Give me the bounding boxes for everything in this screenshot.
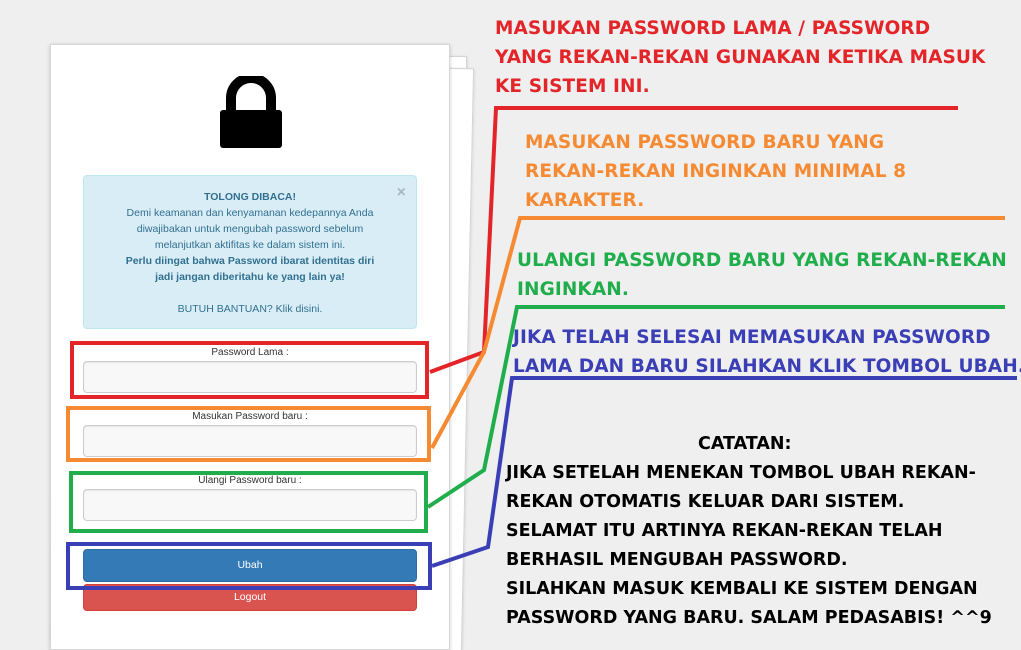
orange-annotation-line: MASUKAN PASSWORD BARU YANG: [525, 132, 885, 153]
orange-annotation: MASUKAN PASSWORD BARU YANG REKAN-REKAN I…: [525, 128, 906, 215]
note-line: SILAHKAN MASUK KEMBALI KE SISTEM DENGAN: [506, 579, 978, 599]
note-block: CATATAN: JIKA SETELAH MENEKAN TOMBOL UBA…: [506, 430, 992, 633]
blue-annotation: JIKA TELAH SELESAI MEMASUKAN PASSWORD LA…: [513, 323, 1021, 381]
note-line: JIKA SETELAH MENEKAN TOMBOL UBAH REKAN-: [506, 463, 976, 483]
blue-annotation-line: LAMA DAN BARU SILAHKAN KLIK TOMBOL UBAH.: [513, 356, 1021, 377]
red-annotation-line: KE SISTEM INI.: [495, 76, 650, 97]
red-annotation-line: MASUKAN PASSWORD LAMA / PASSWORD: [495, 18, 931, 39]
red-annotation: MASUKAN PASSWORD LAMA / PASSWORD YANG RE…: [495, 14, 985, 101]
orange-annotation-line: KARAKTER.: [525, 190, 645, 211]
orange-annotation-line: REKAN-REKAN INGINKAN MINIMAL 8: [525, 161, 907, 182]
red-annotation-line: YANG REKAN-REKAN GUNAKAN KETIKA MASUK: [495, 47, 986, 68]
note-line: BERHASIL MENGUBAH PASSWORD.: [506, 550, 848, 570]
green-annotation-line: ULANGI PASSWORD BARU YANG REKAN-REKAN: [517, 250, 1007, 271]
note-line: REKAN OTOMATIS KELUAR DARI SISTEM.: [506, 492, 905, 512]
green-annotation: ULANGI PASSWORD BARU YANG REKAN-REKAN IN…: [517, 246, 1007, 304]
note-line: SELAMAT ITU ARTINYA REKAN-REKAN TELAH: [506, 521, 943, 541]
note-line: PASSWORD YANG BARU. SALAM PEDASABIS! ^^9: [506, 608, 992, 628]
blue-annotation-line: JIKA TELAH SELESAI MEMASUKAN PASSWORD: [513, 327, 991, 348]
note-title: CATATAN:: [698, 434, 792, 454]
green-annotation-line: INGINKAN.: [517, 279, 629, 300]
